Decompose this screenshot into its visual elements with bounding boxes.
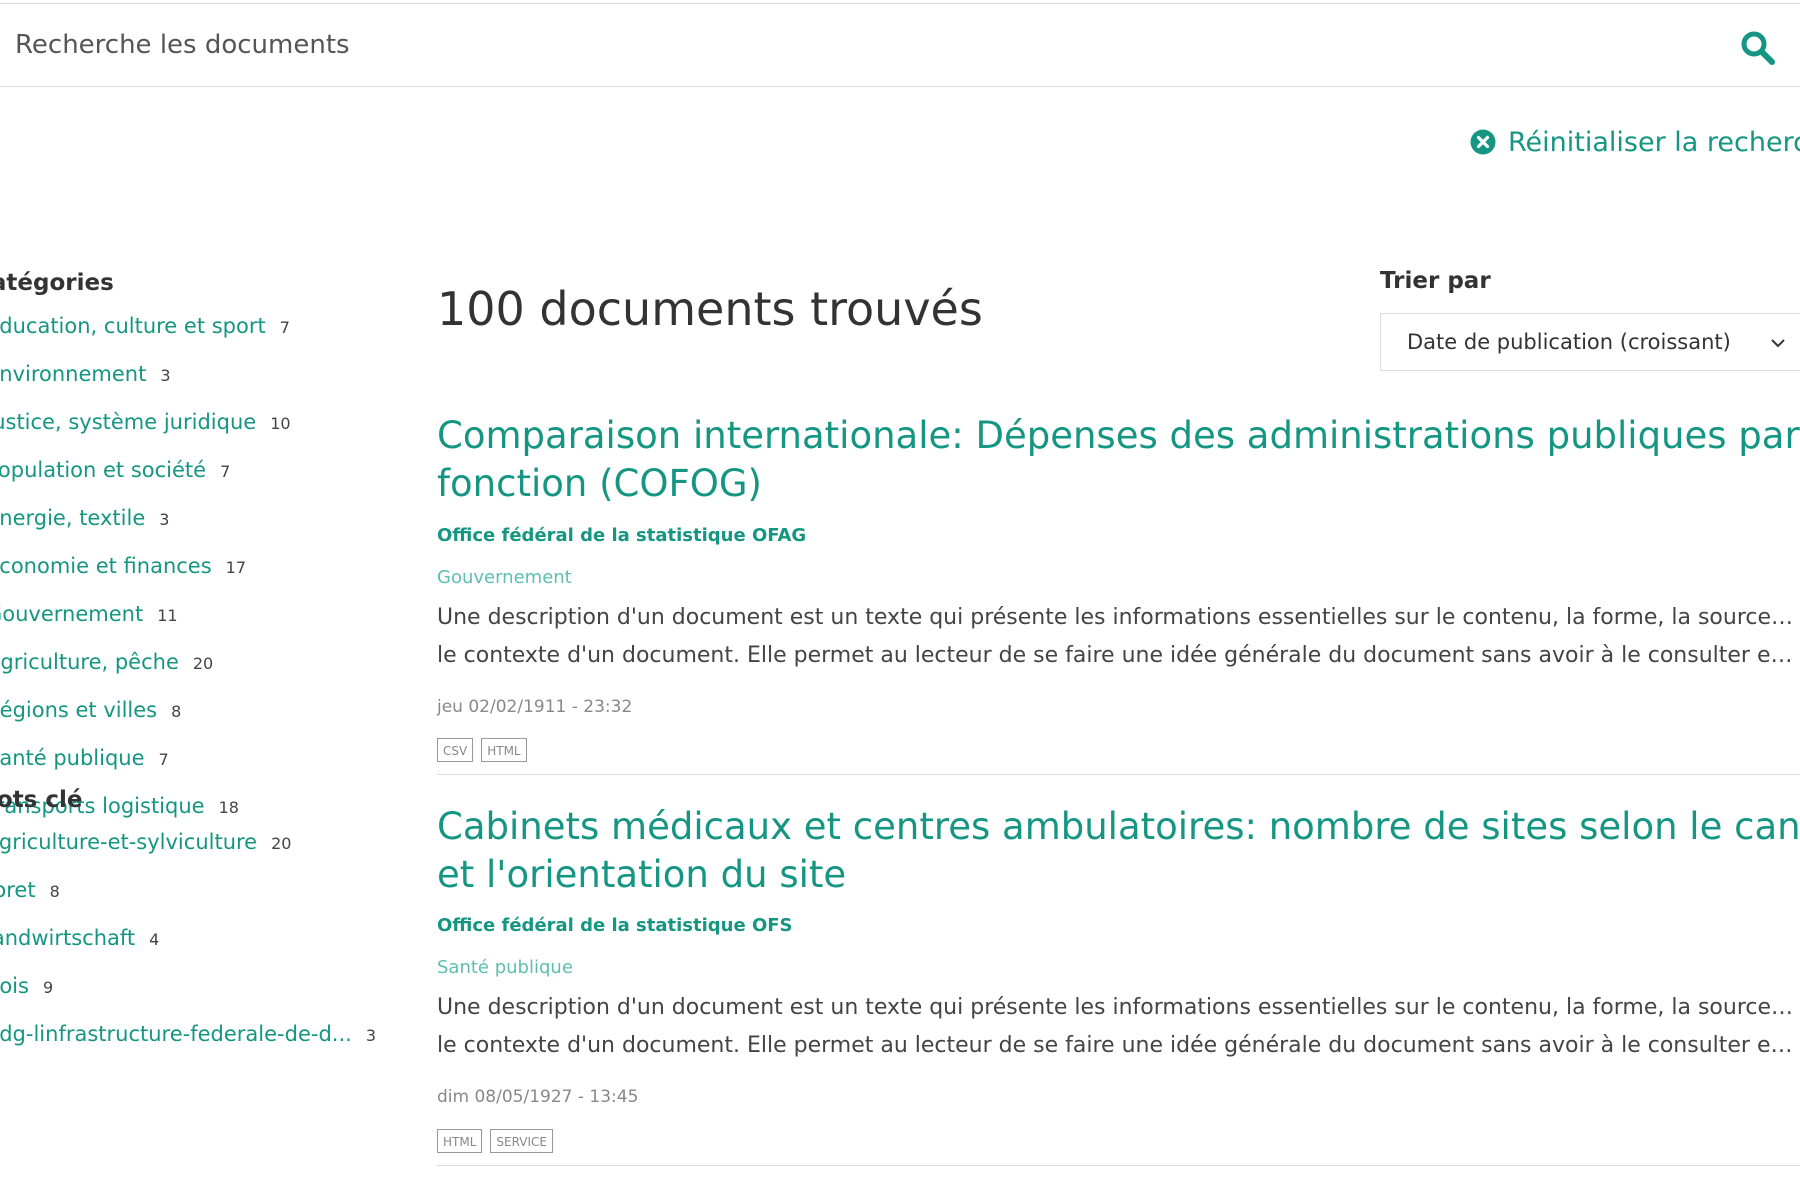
category-facet-label: Santé publique <box>0 746 145 770</box>
search-input[interactable] <box>0 4 1715 86</box>
category-facet-item[interactable]: Éducation, culture et sport 7 <box>0 314 290 344</box>
facets-sidebar: Catégories Éducation, culture et sport 7 E… <box>0 262 400 1062</box>
category-facet-label: Population et société <box>0 458 207 482</box>
category-facet-count: 18 <box>218 798 239 817</box>
keyword-facet-label: bois <box>0 974 29 998</box>
result-description-line: Une description d'un document est un tex… <box>437 995 1800 1020</box>
category-facet-label: Régions et villes <box>0 698 158 722</box>
category-facet-label: Environnement <box>0 362 147 386</box>
category-facet-item[interactable]: Santé publique 7 <box>0 746 169 776</box>
keyword-facet-item[interactable]: landwirtschaft 4 <box>0 926 159 956</box>
category-facet-label: Gouvernement <box>0 602 144 626</box>
category-facet-label: Économie et finances <box>0 554 212 578</box>
format-badge: SERVICE <box>490 1129 553 1153</box>
category-facet-count: 11 <box>157 606 178 625</box>
keyword-facet-label: foret <box>0 878 36 902</box>
format-badge: CSV <box>437 738 474 762</box>
result-category[interactable]: Gouvernement <box>437 567 572 588</box>
category-facet-item[interactable]: Agriculture, pêche 20 <box>0 650 213 680</box>
category-facet-item[interactable]: Gouvernement 11 <box>0 602 178 632</box>
result-title[interactable]: Comparaison internationale: Dépenses des… <box>437 412 1800 508</box>
result-formats: CSV HTML <box>437 738 535 762</box>
categories-heading: Catégories <box>0 270 114 296</box>
category-facet-count: 20 <box>192 654 214 673</box>
category-facet-count: 8 <box>171 702 182 721</box>
result-date: dim 08/05/1927 - 13:45 <box>437 1087 639 1107</box>
category-facet-label: Éducation, culture et sport <box>0 314 266 338</box>
category-facet-item[interactable]: Économie et finances 17 <box>0 554 246 584</box>
result-formats: HTML SERVICE <box>437 1129 561 1153</box>
category-facet-label: Énergie, textile <box>0 506 146 530</box>
keyword-facet-item[interactable]: agriculture-et-sylviculture 20 <box>0 830 291 860</box>
reset-search-link[interactable]: Réinitialiser la recherche <box>1470 124 1800 160</box>
category-facet-count: 3 <box>160 366 171 385</box>
keyword-facet-label: landwirtschaft <box>0 926 136 950</box>
result-description-line: le contexte d'un document. Elle permet a… <box>437 1033 1800 1058</box>
result-description-line: Une description d'un document est un tex… <box>437 605 1800 630</box>
keyword-facet-count: 20 <box>271 834 292 853</box>
result-publisher[interactable]: Office fédéral de la statistique OFAG <box>437 525 806 546</box>
search-bar <box>0 4 1800 87</box>
category-facet-item[interactable]: Justice, système juridique 10 <box>0 410 291 440</box>
search-icon[interactable] <box>1738 28 1778 68</box>
category-facet-item[interactable]: Énergie, textile 3 <box>0 506 169 536</box>
format-badge: HTML <box>481 738 527 762</box>
keyword-facet-item[interactable]: ifdg-linfrastructure-federale-de-d... 3 <box>0 1022 376 1052</box>
category-facet-item[interactable]: Régions et villes 8 <box>0 698 181 728</box>
reset-search-label: Réinitialiser la recherche <box>1508 126 1800 158</box>
keyword-facet-item[interactable]: foret 8 <box>0 878 60 908</box>
keyword-facet-count: 9 <box>42 978 54 997</box>
category-facet-count: 7 <box>279 318 290 337</box>
keyword-facet-item[interactable]: bois 9 <box>0 974 53 1004</box>
keywords-heading: Mots clé <box>0 787 83 813</box>
keyword-facet-label: ifdg-linfrastructure-federale-de-d... <box>0 1022 352 1046</box>
category-facet-count: 7 <box>158 750 169 769</box>
keyword-facet-count: 3 <box>365 1026 376 1045</box>
result-publisher[interactable]: Office fédéral de la statistique OFS <box>437 915 793 936</box>
sort-label: Trier par <box>1380 268 1491 294</box>
sort-selected-value: Date de publication (croissant) <box>1407 330 1731 354</box>
category-facet-label: Justice, système juridique <box>0 410 257 434</box>
category-facet-item[interactable]: Population et société 7 <box>0 458 230 488</box>
format-badge: HTML <box>437 1129 483 1153</box>
sort-select[interactable]: Date de publication (croissant) <box>1380 313 1800 371</box>
result-category[interactable]: Santé publique <box>437 957 573 978</box>
result-item: Comparaison internationale: Dépenses des… <box>437 412 1800 775</box>
result-description-line: le contexte d'un document. Elle permet a… <box>437 643 1800 668</box>
result-title[interactable]: Cabinets médicaux et centres ambulatoire… <box>437 803 1800 899</box>
keyword-facet-count: 4 <box>149 930 160 949</box>
result-item: Cabinets médicaux et centres ambulatoire… <box>437 803 1800 1166</box>
category-facet-count: 17 <box>225 558 247 577</box>
chevron-down-icon <box>1771 339 1785 348</box>
category-facet-count: 7 <box>220 462 231 481</box>
close-circle-icon <box>1470 129 1496 155</box>
category-facet-count: 3 <box>159 510 170 529</box>
results-count: 100 documents trouvés <box>437 282 983 336</box>
result-date: jeu 02/02/1911 - 23:32 <box>437 697 633 717</box>
category-facet-label: Agriculture, pêche <box>0 650 179 674</box>
keyword-facet-count: 8 <box>49 882 60 901</box>
category-facet-count: 10 <box>270 414 291 433</box>
category-facet-item[interactable]: Environnement 3 <box>0 362 171 392</box>
keyword-facet-label: agriculture-et-sylviculture <box>0 830 258 854</box>
